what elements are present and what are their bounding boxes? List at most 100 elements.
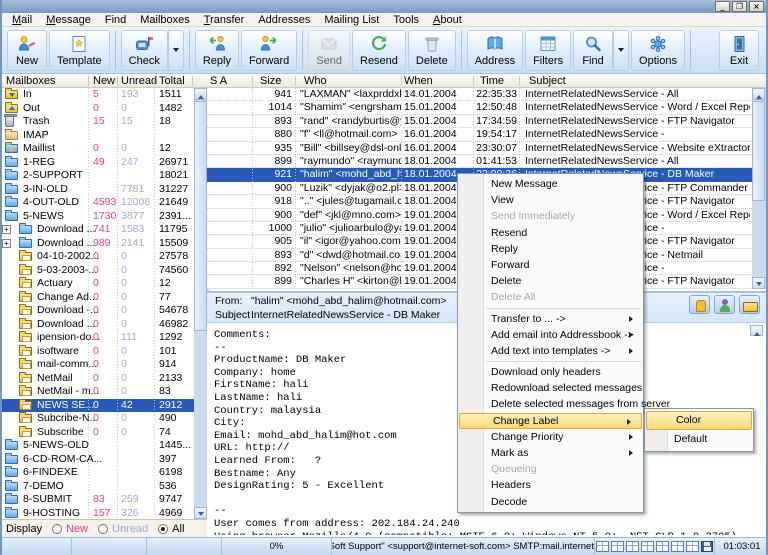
- toolbar-button-forward[interactable]: Forward: [241, 30, 297, 71]
- account-cell[interactable]: "InternetSoft Support" <support@internet…: [332, 538, 595, 555]
- menu-item-transfer[interactable]: Transfer: [197, 13, 252, 27]
- column-header-s-a[interactable]: S A: [210, 75, 227, 87]
- scroll-up-icon[interactable]: [752, 88, 765, 100]
- layout-icons-cell[interactable]: [595, 538, 715, 555]
- column-header-when[interactable]: When: [404, 75, 433, 87]
- toolbar-button-reply[interactable]: Reply: [195, 30, 239, 71]
- mailbox-column-header[interactable]: MailboxesNewUnreadToltal: [2, 74, 207, 88]
- layout-icon[interactable]: [641, 541, 654, 552]
- mailbox-item-5-news[interactable]: 5-NEWS173038772391...: [2, 210, 207, 224]
- mailbox-item-2-support[interactable]: 2-SUPPORT18021: [2, 169, 207, 183]
- menu-item-mail[interactable]: Mail: [5, 13, 39, 27]
- context-menu-item-add-text-into-templates[interactable]: Add text into templates ->: [458, 343, 643, 359]
- context-menu-item-delete[interactable]: Delete: [458, 273, 643, 289]
- column-header-mailboxes[interactable]: Mailboxes: [6, 75, 56, 87]
- context-menu-item-mark-as[interactable]: Mark as: [458, 445, 643, 461]
- sidebar-scrollbar[interactable]: [194, 88, 207, 519]
- menu-item-mailing-list[interactable]: Mailing List: [317, 13, 386, 27]
- mailbox-item-download[interactable]: Download -...0054678: [2, 304, 207, 318]
- mailbox-item-trash[interactable]: Trash151518: [2, 115, 207, 129]
- context-menu-item-resend[interactable]: Resend: [458, 225, 643, 241]
- mailbox-item-subscribe[interactable]: Subscribe0074: [2, 426, 207, 440]
- layout-icon[interactable]: [671, 541, 684, 552]
- context-menu-item-new-message[interactable]: New Message: [458, 176, 643, 192]
- display-radio-all[interactable]: [158, 524, 168, 534]
- toolbar-dropdown-check[interactable]: [168, 30, 184, 71]
- column-header-unread[interactable]: Unread: [121, 75, 157, 87]
- scroll-down-icon[interactable]: [752, 277, 765, 289]
- scroll-down-icon[interactable]: [194, 507, 207, 519]
- minimize-button[interactable]: _: [715, 1, 730, 12]
- layout-icon[interactable]: [596, 541, 609, 552]
- toolbar-button-find[interactable]: Find: [573, 30, 613, 71]
- toolbar-button-new[interactable]: New: [7, 30, 47, 71]
- context-menu-item-add-email-into-addressbook[interactable]: Add email into Addressbook ->: [458, 327, 643, 343]
- context-menu-item-reply[interactable]: Reply: [458, 241, 643, 257]
- context-menu-item-change-priority[interactable]: Change Priority: [458, 429, 643, 445]
- column-header-time[interactable]: Time: [480, 75, 504, 87]
- column-header-toltal[interactable]: Toltal: [159, 75, 185, 87]
- mailbox-item-7-demo[interactable]: 7-DEMO536: [2, 480, 207, 494]
- mailbox-item-9-hosting[interactable]: 9-HOSTING1573264969: [2, 507, 207, 520]
- display-radio-unread[interactable]: [98, 524, 108, 534]
- person-icon[interactable]: [714, 295, 735, 314]
- layout-icon[interactable]: [686, 541, 699, 552]
- submenu-item-color[interactable]: Color: [646, 411, 752, 430]
- mailbox-item-6-cd-rom-ca[interactable]: 6-CD-ROM-CA...397: [2, 453, 207, 467]
- menu-item-message[interactable]: Message: [39, 13, 98, 27]
- tree-expander-icon[interactable]: +: [2, 239, 11, 248]
- folder-icon[interactable]: [739, 295, 760, 314]
- mailbox-item-out[interactable]: Out001482: [2, 102, 207, 116]
- layout-icon[interactable]: [656, 541, 669, 552]
- mailbox-item-5-news-old[interactable]: 5-NEWS-OLD1445...: [2, 439, 207, 453]
- mailbox-item-netmail-m[interactable]: NetMail - m...0083: [2, 385, 207, 399]
- column-header-size[interactable]: Size: [260, 75, 281, 87]
- message-row[interactable]: 893"rand" <randyburtis@yah15.01.200417:3…: [207, 115, 766, 128]
- message-list-scrollbar[interactable]: [752, 88, 766, 289]
- mailbox-item-5-03-2003[interactable]: 5-03-2003-...0074560: [2, 264, 207, 278]
- menu-item-tools[interactable]: Tools: [386, 13, 426, 27]
- column-header-who[interactable]: Who: [304, 75, 327, 87]
- mailbox-item-ipension-do[interactable]: ipension-do...01111292: [2, 331, 207, 345]
- mailbox-item-imap[interactable]: IMAP: [2, 129, 207, 143]
- hand-icon[interactable]: [689, 295, 710, 314]
- restore-button[interactable]: ❐: [732, 1, 747, 12]
- toolbar-dropdown-find[interactable]: [613, 30, 629, 71]
- toolbar-button-options[interactable]: Options: [631, 30, 685, 71]
- context-menu-item-forward[interactable]: Forward: [458, 257, 643, 273]
- context-menu-item-delete-selected-messages-from-server[interactable]: Delete selected messages from server: [458, 396, 643, 412]
- layout-icon[interactable]: [626, 541, 639, 552]
- mailbox-item-in[interactable]: In51931511: [2, 88, 207, 102]
- message-row[interactable]: 880"f" <ll@hotmail.com>16.01.200419:54:1…: [207, 128, 766, 141]
- mailbox-item-subcribe-n[interactable]: Subcribe-N...00490: [2, 412, 207, 426]
- mailbox-item-download[interactable]: +Download ...989214115509: [2, 237, 207, 251]
- mailbox-item-isoftware[interactable]: isoftware00101: [2, 345, 207, 359]
- toolbar-button-resend[interactable]: Resend: [352, 30, 406, 71]
- menu-item-about[interactable]: About: [426, 13, 469, 27]
- mailbox-item-4-out-old[interactable]: 4-OUT-OLD45931200821649: [2, 196, 207, 210]
- toolbar-button-check[interactable]: Check: [121, 30, 168, 71]
- menu-item-mailboxes[interactable]: Mailboxes: [133, 13, 197, 27]
- mailbox-item-change-ad[interactable]: Change Ad...0077: [2, 291, 207, 305]
- mailbox-item-news-se[interactable]: NEWS SE...0422912: [2, 399, 207, 413]
- message-row[interactable]: 935"Bill" <billsey@dsl-only.ne16.01.2004…: [207, 142, 766, 155]
- preview-scroll-up-icon[interactable]: [750, 325, 763, 336]
- message-column-header[interactable]: S ASizeWhoWhenTimeSubject: [207, 74, 766, 88]
- mailbox-item-3-in-old[interactable]: 3-IN-OLD778131227: [2, 183, 207, 197]
- mailbox-item-6-findexe[interactable]: 6-FINDEXE6198: [2, 466, 207, 480]
- message-row[interactable]: 1014"Shamim" <engrshamim@15.01.200412:50…: [207, 101, 766, 114]
- context-menu-item-decode[interactable]: Decode: [458, 494, 643, 510]
- menu-item-addresses[interactable]: Addresses: [251, 13, 317, 27]
- clock-cell[interactable]: 01:03:01: [715, 538, 768, 555]
- title-bar[interactable]: _❐×: [2, 0, 766, 13]
- mailbox-item-download[interactable]: Download ...0046982: [2, 318, 207, 332]
- display-radio-new[interactable]: [52, 524, 62, 534]
- scroll-thumb[interactable]: [752, 101, 765, 201]
- context-menu-item-download-only-headers[interactable]: Download only headers: [458, 364, 643, 380]
- mailbox-item-download[interactable]: +Download ...741158311795: [2, 223, 207, 237]
- mailbox-item-8-submit[interactable]: 8-SUBMIT832599747: [2, 493, 207, 507]
- toolbar-button-template[interactable]: Template: [49, 30, 110, 71]
- context-menu-item-transfer-to[interactable]: Transfer to ... ->: [458, 311, 643, 327]
- mailbox-item-1-reg[interactable]: 1-REG4924726971: [2, 156, 207, 170]
- toolbar-button-address[interactable]: Address: [467, 30, 523, 71]
